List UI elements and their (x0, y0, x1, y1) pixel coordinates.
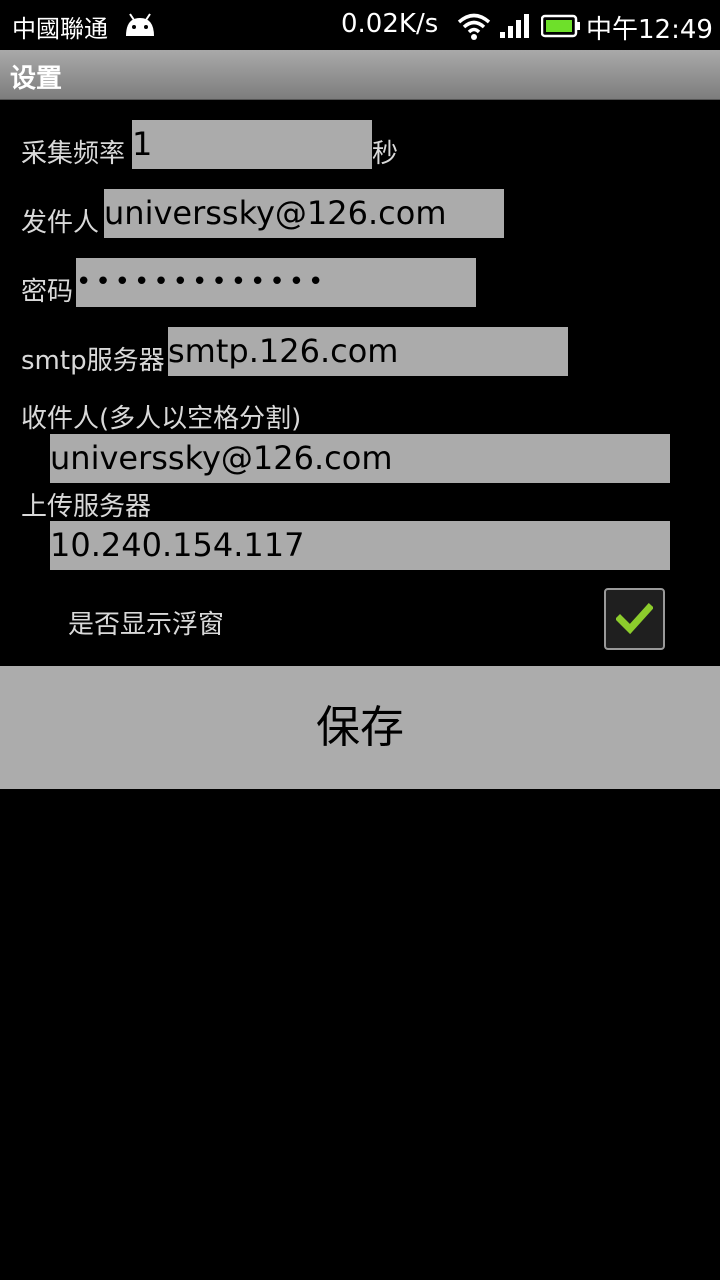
upload-server-label: 上传服务器 (21, 492, 152, 522)
interval-label: 采集频率 (21, 139, 126, 169)
battery-icon (541, 14, 580, 38)
smtp-server-input[interactable]: smtp.126.com (168, 327, 568, 376)
page-title: 设置 (10, 64, 63, 94)
password-label: 密码 (21, 277, 74, 307)
sender-input[interactable]: universsky@126.com (104, 189, 504, 238)
recipients-label: 收件人(多人以空格分割) (21, 404, 302, 434)
wifi-icon (457, 13, 491, 40)
smtp-server-label: smtp服务器 (21, 346, 165, 376)
clock: 中午12:49 (586, 15, 713, 45)
status-bar: 中國聯通 0.02K/s 中午12:49 (0, 0, 720, 50)
interval-input[interactable]: 1 (132, 120, 372, 169)
checkmark-icon (616, 603, 653, 635)
network-speed: 0.02K/s (341, 9, 439, 39)
recipients-input[interactable]: universsky@126.com (50, 434, 670, 483)
interval-unit-label: 秒 (372, 139, 399, 169)
signal-icon (500, 14, 529, 38)
save-button[interactable]: 保存 (0, 666, 720, 789)
carrier-name: 中國聯通 (12, 15, 108, 43)
float-window-checkbox[interactable] (604, 588, 665, 650)
password-input[interactable]: ••••••••••••• (76, 258, 476, 307)
upload-server-input[interactable]: 10.240.154.117 (50, 521, 670, 570)
sender-label: 发件人 (21, 208, 100, 238)
android-icon (126, 13, 154, 36)
title-bar: 设置 (0, 50, 720, 100)
float-window-label: 是否显示浮窗 (68, 610, 225, 640)
